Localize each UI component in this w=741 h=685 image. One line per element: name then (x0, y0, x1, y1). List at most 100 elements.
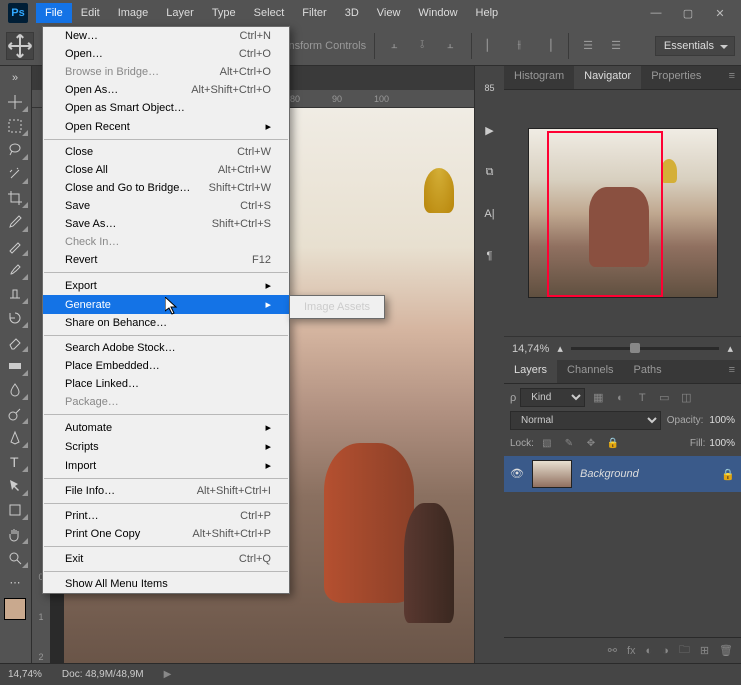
menu-item-exit[interactable]: ExitCtrl+Q (43, 550, 289, 568)
menu-edit[interactable]: Edit (72, 3, 109, 23)
menu-item-place-linked[interactable]: Place Linked… (43, 375, 289, 393)
align-top-icon[interactable]: ⫠ (381, 33, 407, 59)
menu-item-open-smart[interactable]: Open as Smart Object… (43, 99, 289, 117)
menu-item-export[interactable]: Export▸ (43, 276, 289, 295)
menu-item-new[interactable]: New…Ctrl+N (43, 27, 289, 45)
lock-position-icon[interactable]: ✥ (582, 434, 600, 452)
layer-fx-icon[interactable]: fx (627, 645, 636, 657)
menu-item-save[interactable]: SaveCtrl+S (43, 197, 289, 215)
distribute2-icon[interactable]: ☰ (603, 33, 629, 59)
menu-file[interactable]: File (36, 3, 72, 23)
layer-thumbnail[interactable] (532, 460, 572, 488)
menu-item-scripts[interactable]: Scripts▸ (43, 437, 289, 456)
menu-item-browse-bridge[interactable]: Browse in Bridge…Alt+Ctrl+O (43, 63, 289, 81)
menu-item-close-all[interactable]: Close AllAlt+Ctrl+W (43, 161, 289, 179)
navigator-preview[interactable] (528, 128, 718, 298)
eyedropper-tool-icon[interactable] (0, 210, 30, 234)
tab-histogram[interactable]: Histogram (504, 66, 574, 89)
opacity-value[interactable]: 100% (709, 415, 735, 426)
eraser-tool-icon[interactable] (0, 330, 30, 354)
path-selection-tool-icon[interactable] (0, 474, 30, 498)
align-hcenter-icon[interactable]: ⫲ (506, 33, 532, 59)
maximize-icon[interactable]: ▢ (679, 4, 697, 22)
healing-brush-tool-icon[interactable] (0, 234, 30, 258)
layers-panel-menu-icon[interactable]: ≡ (723, 360, 741, 383)
tab-paths[interactable]: Paths (624, 360, 672, 383)
panel-swatches-icon[interactable]: ⧉ (475, 160, 505, 184)
menu-help[interactable]: Help (467, 3, 508, 23)
link-layers-icon[interactable]: ⚯ (608, 644, 617, 657)
fill-value[interactable]: 100% (709, 438, 735, 449)
menu-layer[interactable]: Layer (157, 3, 203, 23)
navigator-zoom-out-icon[interactable]: ▴ (557, 342, 563, 355)
brush-tool-icon[interactable] (0, 258, 30, 282)
move-tool-preset-icon[interactable] (6, 32, 34, 60)
minimize-icon[interactable]: — (647, 4, 665, 22)
menu-item-open-recent[interactable]: Open Recent▸ (43, 117, 289, 136)
distribute-icon[interactable]: ☰ (575, 33, 601, 59)
layer-mask-icon[interactable]: ◐ (646, 645, 653, 657)
lock-all-icon[interactable]: 🔒 (604, 434, 622, 452)
layer-row-background[interactable]: 👁 Background 🔒 (504, 456, 741, 492)
delete-layer-icon[interactable]: 🗑 (719, 644, 733, 657)
move-tool-icon[interactable] (0, 90, 30, 114)
menu-item-revert[interactable]: RevertF12 (43, 251, 289, 269)
panel-character-icon[interactable]: A| (475, 202, 505, 226)
tab-properties[interactable]: Properties (641, 66, 711, 89)
menu-item-show-all[interactable]: Show All Menu Items (43, 575, 289, 593)
menu-item-automate[interactable]: Automate▸ (43, 418, 289, 437)
layer-visibility-icon[interactable]: 👁 (510, 467, 524, 481)
menu-item-image-assets[interactable]: Image Assets (290, 298, 384, 316)
menu-item-close-bridge[interactable]: Close and Go to Bridge…Shift+Ctrl+W (43, 179, 289, 197)
history-brush-tool-icon[interactable] (0, 306, 30, 330)
filter-shape-icon[interactable]: ▭ (655, 389, 673, 407)
filter-smart-icon[interactable]: ◫ (677, 389, 695, 407)
blur-tool-icon[interactable] (0, 378, 30, 402)
pen-tool-icon[interactable] (0, 426, 30, 450)
gradient-tool-icon[interactable] (0, 354, 30, 378)
menu-image[interactable]: Image (109, 3, 158, 23)
lasso-tool-icon[interactable] (0, 138, 30, 162)
rectangle-tool-icon[interactable] (0, 498, 30, 522)
align-right-icon[interactable]: ▕ (534, 33, 560, 59)
tab-channels[interactable]: Channels (557, 360, 623, 383)
panel-85-icon[interactable]: 85 (475, 76, 505, 100)
align-vcenter-icon[interactable]: ⫱ (409, 33, 435, 59)
layer-name[interactable]: Background (580, 468, 639, 480)
menu-select[interactable]: Select (245, 3, 294, 23)
menu-item-place-embedded[interactable]: Place Embedded… (43, 357, 289, 375)
menu-item-search-stock[interactable]: Search Adobe Stock… (43, 339, 289, 357)
menu-item-close[interactable]: CloseCtrl+W (43, 143, 289, 161)
filter-type-icon[interactable]: T (633, 389, 651, 407)
tab-navigator[interactable]: Navigator (574, 66, 641, 89)
align-left-icon[interactable]: ▏ (478, 33, 504, 59)
workspace-switcher[interactable]: Essentials (655, 36, 735, 56)
blend-mode-select[interactable]: Normal (510, 411, 661, 430)
foreground-color-swatch[interactable] (4, 598, 26, 620)
panel-paragraph-icon[interactable]: ¶ (475, 244, 505, 268)
menu-view[interactable]: View (368, 3, 410, 23)
tab-layers[interactable]: Layers (504, 360, 557, 383)
clone-stamp-tool-icon[interactable] (0, 282, 30, 306)
crop-tool-icon[interactable] (0, 186, 30, 210)
lock-transparency-icon[interactable]: ▧ (538, 434, 556, 452)
panel-play-icon[interactable]: ▶ (475, 118, 505, 142)
new-group-icon[interactable]: 🗀 (679, 641, 690, 660)
filter-pixel-icon[interactable]: ▦ (589, 389, 607, 407)
edit-toolbar-icon[interactable]: ⋯ (0, 570, 30, 594)
menu-item-save-as[interactable]: Save As…Shift+Ctrl+S (43, 215, 289, 233)
hand-tool-icon[interactable] (0, 522, 30, 546)
menu-item-print-one[interactable]: Print One CopyAlt+Shift+Ctrl+P (43, 525, 289, 543)
menu-3d[interactable]: 3D (336, 3, 368, 23)
navigator-zoom-in-icon[interactable]: ▴ (727, 342, 733, 355)
marquee-tool-icon[interactable] (0, 114, 30, 138)
adjustment-layer-icon[interactable]: ◑ (662, 645, 669, 657)
align-bottom-icon[interactable]: ⫠ (437, 33, 463, 59)
status-zoom[interactable]: 14,74% (8, 669, 42, 680)
filter-adjust-icon[interactable]: ◐ (611, 389, 629, 407)
menu-item-file-info[interactable]: File Info…Alt+Shift+Ctrl+I (43, 482, 289, 500)
type-tool-icon[interactable]: T (0, 450, 30, 474)
panel-menu-icon[interactable]: ≡ (723, 66, 741, 89)
layer-filter-kind[interactable]: Kind (520, 388, 585, 407)
menu-item-print[interactable]: Print…Ctrl+P (43, 507, 289, 525)
